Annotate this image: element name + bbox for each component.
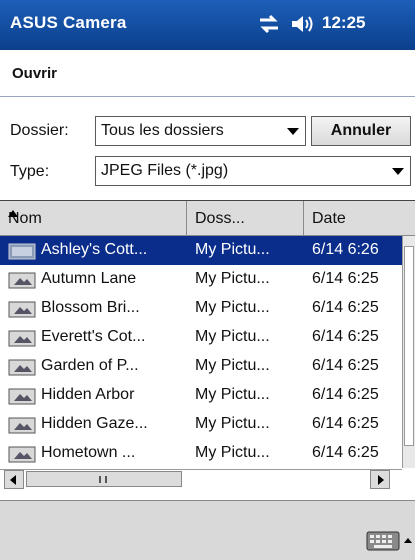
folder-select[interactable]: Tous les dossiers — [95, 116, 306, 146]
cancel-button-label: Annuler — [330, 122, 392, 139]
file-row[interactable]: Hometown ... My Pictu... 6/14 6:25 — [0, 439, 402, 468]
image-file-icon — [8, 272, 36, 289]
file-row[interactable]: Hidden Gaze... My Pictu... 6/14 6:25 — [0, 410, 402, 439]
grip-icon — [99, 476, 107, 483]
horizontal-scrollbar[interactable] — [0, 469, 402, 489]
dialog-title: Ouvrir — [12, 65, 58, 82]
title-bar: ASUS Camera 12:25 — [0, 0, 415, 50]
file-rows: Ashley's Cott... My Pictu... 6/14 6:26 A… — [0, 236, 402, 468]
file-name: Hometown ... — [41, 444, 136, 461]
file-date: 6/14 6:25 — [312, 415, 379, 432]
dialog-header: Ouvrir — [0, 50, 415, 97]
column-header-label: Date — [312, 210, 346, 227]
app-title: ASUS Camera — [10, 13, 127, 32]
input-panel-arrow-icon[interactable] — [404, 538, 412, 543]
open-form: Dossier: Tous les dossiers Annuler Type:… — [0, 97, 415, 200]
file-date: 6/14 6:25 — [312, 328, 379, 345]
file-row[interactable]: Garden of P... My Pictu... 6/14 6:25 — [0, 352, 402, 381]
horizontal-scroll-thumb[interactable] — [26, 471, 182, 487]
column-header-name[interactable]: Nom — [0, 201, 187, 235]
file-row[interactable]: Autumn Lane My Pictu... 6/14 6:25 — [0, 265, 402, 294]
file-name: Hidden Gaze... — [41, 415, 148, 432]
connectivity-icon[interactable] — [256, 13, 282, 35]
image-file-icon — [8, 243, 36, 260]
arrow-left-icon — [10, 475, 16, 485]
sort-ascending-icon — [8, 210, 18, 217]
file-row[interactable]: Ashley's Cott... My Pictu... 6/14 6:26 — [0, 236, 402, 265]
file-folder: My Pictu... — [195, 415, 270, 432]
file-row[interactable]: Everett's Cot... My Pictu... 6/14 6:25 — [0, 323, 402, 352]
file-folder: My Pictu... — [195, 386, 270, 403]
image-file-icon — [8, 330, 36, 347]
scroll-right-button[interactable] — [370, 470, 390, 489]
file-date: 6/14 6:25 — [312, 444, 379, 461]
file-list: Nom Doss... Date Ashley's Cott... My Pic… — [0, 200, 415, 501]
file-date: 6/14 6:26 — [312, 241, 379, 258]
file-row[interactable]: Blossom Bri... My Pictu... 6/14 6:25 — [0, 294, 402, 323]
speaker-icon[interactable] — [290, 13, 314, 35]
file-folder: My Pictu... — [195, 357, 270, 374]
image-file-icon — [8, 417, 36, 434]
folder-label: Dossier: — [10, 122, 69, 139]
file-date: 6/14 6:25 — [312, 386, 379, 403]
file-date: 6/14 6:25 — [312, 357, 379, 374]
clock[interactable]: 12:25 — [322, 13, 365, 33]
image-file-icon — [8, 301, 36, 318]
type-label: Type: — [10, 163, 50, 180]
file-name: Blossom Bri... — [41, 299, 140, 316]
file-name: Hidden Arbor — [41, 386, 135, 403]
file-name: Autumn Lane — [41, 270, 137, 287]
file-date: 6/14 6:25 — [312, 270, 379, 287]
cancel-button[interactable]: Annuler — [311, 116, 411, 146]
vertical-scrollbar[interactable] — [402, 236, 415, 468]
column-header-label: Doss... — [195, 210, 245, 227]
image-file-icon — [8, 359, 36, 376]
file-folder: My Pictu... — [195, 444, 270, 461]
list-header: Nom Doss... Date — [0, 201, 415, 236]
column-header-date[interactable]: Date — [304, 201, 415, 235]
chevron-down-icon — [392, 168, 404, 175]
file-folder: My Pictu... — [195, 328, 270, 345]
file-name: Everett's Cot... — [41, 328, 146, 345]
vertical-scroll-thumb[interactable] — [404, 246, 414, 446]
chevron-down-icon — [287, 128, 299, 135]
menu-bar — [0, 500, 415, 560]
folder-select-value: Tous les dossiers — [101, 122, 224, 139]
file-folder: My Pictu... — [195, 299, 270, 316]
scroll-left-button[interactable] — [4, 470, 24, 489]
file-name: Garden of P... — [41, 357, 139, 374]
column-header-folder[interactable]: Doss... — [187, 201, 304, 235]
image-file-icon — [8, 446, 36, 463]
type-select[interactable]: JPEG Files (*.jpg) — [95, 156, 411, 186]
image-file-icon — [8, 388, 36, 405]
file-row[interactable]: Hidden Arbor My Pictu... 6/14 6:25 — [0, 381, 402, 410]
keyboard-icon[interactable] — [366, 531, 400, 551]
arrow-right-icon — [378, 475, 384, 485]
type-select-value: JPEG Files (*.jpg) — [101, 162, 229, 179]
file-name: Ashley's Cott... — [41, 241, 148, 258]
file-folder: My Pictu... — [195, 241, 270, 258]
file-folder: My Pictu... — [195, 270, 270, 287]
file-date: 6/14 6:25 — [312, 299, 379, 316]
